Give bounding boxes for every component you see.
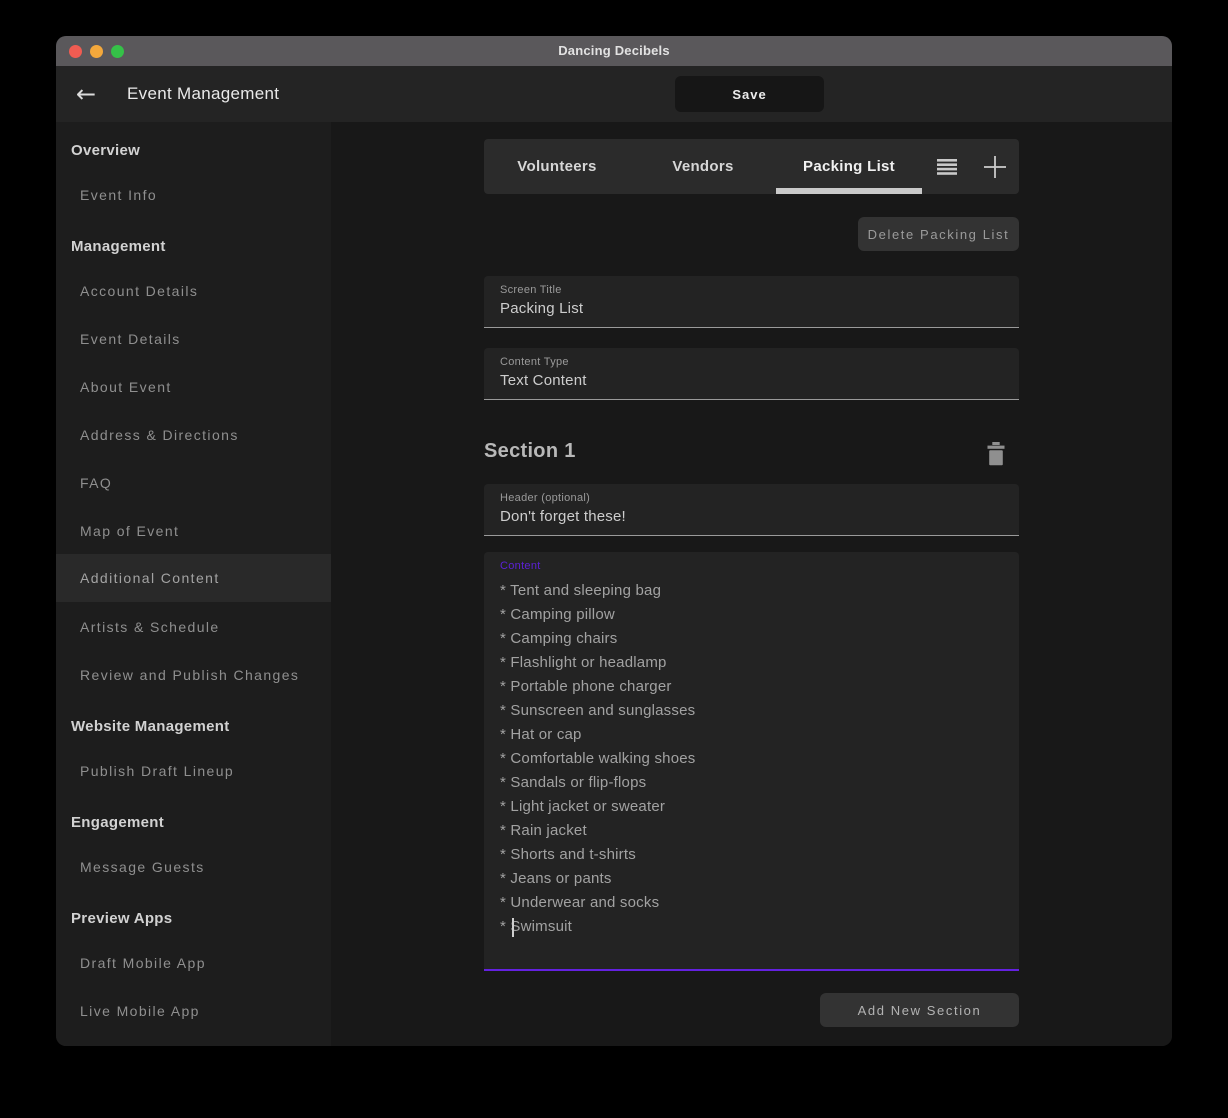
screen-title-value[interactable]: Packing List: [500, 300, 1003, 317]
add-icon: [983, 155, 1007, 179]
trash-icon: [986, 442, 1006, 466]
sidebar-item-artists-schedule[interactable]: Artists & Schedule: [56, 603, 331, 651]
sidebar-section-management: Management: [56, 222, 331, 270]
section-content-text[interactable]: * Tent and sleeping bag* Camping pillow*…: [500, 579, 1003, 939]
sidebar-section-overview: Overview: [56, 126, 331, 174]
screen-title-field[interactable]: Screen Title Packing List: [484, 276, 1019, 328]
sidebar-item-address-directions[interactable]: Address & Directions: [56, 411, 331, 459]
window-title: Dancing Decibels: [56, 36, 1172, 66]
content-line: * Comfortable walking shoes: [500, 747, 1003, 771]
content-line: * Shorts and t-shirts: [500, 843, 1003, 867]
content-line: * Camping chairs: [500, 627, 1003, 651]
add-new-section-button[interactable]: Add New Section: [820, 993, 1019, 1027]
content-line: * Underwear and socks: [500, 891, 1003, 915]
content-line: * Swimsuit: [500, 915, 1003, 939]
content-line: * Flashlight or headlamp: [500, 651, 1003, 675]
content-line: * Camping pillow: [500, 603, 1003, 627]
close-button[interactable]: [69, 45, 82, 58]
tab-packing-list[interactable]: Packing List: [776, 139, 922, 194]
text-cursor: [512, 918, 514, 937]
add-tab-button[interactable]: [971, 139, 1019, 194]
reorder-icon: [937, 159, 957, 175]
sidebar-item-event-info[interactable]: Event Info: [56, 171, 331, 219]
page-title: Event Management: [127, 84, 279, 104]
sidebar-item-message-guests[interactable]: Message Guests: [56, 843, 331, 891]
traffic-lights: [69, 36, 124, 66]
content-line: * Tent and sleeping bag: [500, 579, 1003, 603]
section-header-value[interactable]: Don't forget these!: [500, 508, 1003, 525]
tab-volunteers[interactable]: Volunteers: [484, 139, 630, 194]
app-header: ← Event Management Save: [56, 66, 1172, 122]
content-line: * Jeans or pants: [500, 867, 1003, 891]
content-type-value[interactable]: Text Content: [500, 372, 1003, 389]
content-line: * Hat or cap: [500, 723, 1003, 747]
save-button[interactable]: Save: [675, 76, 824, 112]
sidebar-item-map-of-event[interactable]: Map of Event: [56, 507, 331, 555]
sidebar-item-event-details[interactable]: Event Details: [56, 315, 331, 363]
section-content-field[interactable]: Content * Tent and sleeping bag* Camping…: [484, 552, 1019, 971]
zoom-button[interactable]: [111, 45, 124, 58]
content-type-label: Content Type: [500, 356, 1003, 368]
sidebar-item-draft-mobile-app[interactable]: Draft Mobile App: [56, 939, 331, 987]
tab-vendors[interactable]: Vendors: [630, 139, 776, 194]
content-line: * Sandals or flip-flops: [500, 771, 1003, 795]
content-line: * Sunscreen and sunglasses: [500, 699, 1003, 723]
sidebar-item-account-details[interactable]: Account Details: [56, 267, 331, 315]
minimize-button[interactable]: [90, 45, 103, 58]
content-type-field[interactable]: Content Type Text Content: [484, 348, 1019, 400]
content-line: * Portable phone charger: [500, 675, 1003, 699]
reorder-tabs-button[interactable]: [923, 139, 971, 194]
delete-section-button[interactable]: [982, 440, 1010, 468]
sidebar-item-about-event[interactable]: About Event: [56, 363, 331, 411]
delete-packing-list-button[interactable]: Delete Packing List: [858, 217, 1019, 251]
section-title: Section 1: [484, 440, 576, 463]
content-line: * Rain jacket: [500, 819, 1003, 843]
section-header-field[interactable]: Header (optional) Don't forget these!: [484, 484, 1019, 536]
sidebar-section-engagement: Engagement: [56, 798, 331, 846]
back-arrow-icon[interactable]: ←: [76, 80, 96, 108]
macos-titlebar: Dancing Decibels: [56, 36, 1172, 66]
sidebar-item-publish-draft-lineup[interactable]: Publish Draft Lineup: [56, 747, 331, 795]
section-content-label: Content: [500, 560, 1003, 572]
sidebar: Overview Event Info Management Account D…: [56, 122, 331, 1046]
content-line: * Light jacket or sweater: [500, 795, 1003, 819]
tab-bar: Volunteers Vendors Packing List: [484, 139, 1019, 194]
sidebar-section-preview-apps: Preview Apps: [56, 894, 331, 942]
sidebar-item-additional-content[interactable]: Additional Content: [56, 554, 331, 602]
sidebar-section-website-management: Website Management: [56, 702, 331, 750]
sidebar-item-review-publish[interactable]: Review and Publish Changes: [56, 651, 331, 699]
sidebar-item-faq[interactable]: FAQ: [56, 459, 331, 507]
screen-title-label: Screen Title: [500, 284, 1003, 296]
app-window: Dancing Decibels ← Event Management Save…: [56, 36, 1172, 1046]
section-header-label: Header (optional): [500, 492, 1003, 504]
sidebar-item-live-mobile-app[interactable]: Live Mobile App: [56, 987, 331, 1035]
